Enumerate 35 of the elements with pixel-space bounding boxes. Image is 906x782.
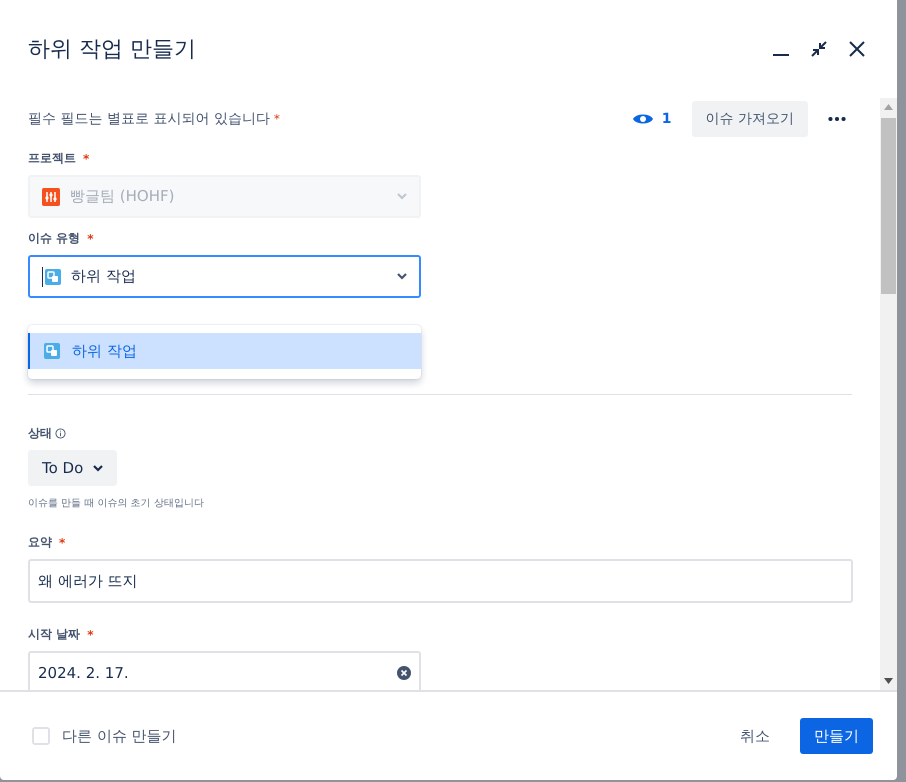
field-label: 이슈 유형 bbox=[28, 230, 80, 247]
collapse-icon[interactable] bbox=[809, 39, 829, 59]
subtask-icon bbox=[45, 268, 61, 284]
required-asterisk: * bbox=[87, 232, 94, 246]
chevron-down-icon bbox=[397, 273, 407, 280]
status-button[interactable]: To Do bbox=[28, 450, 118, 486]
chevron-down-icon bbox=[397, 193, 407, 200]
required-asterisk: * bbox=[83, 152, 90, 166]
dialog-title: 하위 작업 만들기 bbox=[28, 36, 197, 64]
checkbox[interactable] bbox=[32, 727, 50, 745]
checkbox-label: 다른 이슈 만들기 bbox=[62, 726, 177, 746]
info-icon bbox=[55, 428, 66, 439]
import-issue-button[interactable]: 이슈 가져오기 bbox=[692, 101, 808, 137]
summary-field[interactable]: 왜 에러가 뜨지 bbox=[28, 559, 853, 603]
cancel-button[interactable]: 취소 bbox=[724, 718, 786, 754]
field-label: 프로젝트 bbox=[28, 150, 76, 167]
clear-icon[interactable] bbox=[397, 666, 411, 680]
field-label: 상태 bbox=[28, 425, 52, 442]
help-text: 이슈를 만들 때 이슈의 초기 상태입니다 bbox=[28, 497, 205, 510]
scroll-down-arrow-icon[interactable] bbox=[884, 678, 893, 684]
required-note: 필수 필드는 별표로 표시되어 있습니다 * bbox=[28, 110, 281, 128]
close-icon[interactable] bbox=[847, 39, 867, 59]
watcher-count: 1 bbox=[662, 111, 672, 127]
project-avatar-icon bbox=[42, 188, 60, 206]
issue-type-select[interactable]: 하위 작업 bbox=[28, 255, 421, 298]
scrollbar[interactable] bbox=[880, 98, 897, 690]
subtask-icon bbox=[44, 343, 60, 359]
required-asterisk: * bbox=[59, 536, 66, 550]
required-asterisk: * bbox=[87, 628, 94, 642]
field-label: 요약 bbox=[28, 534, 52, 551]
create-button[interactable]: 만들기 bbox=[800, 718, 873, 754]
chevron-down-icon bbox=[93, 464, 104, 472]
start-date-field[interactable]: 2024. 2. 17. bbox=[28, 651, 421, 690]
field-label: 시작 날짜 bbox=[28, 626, 80, 643]
dropdown-option[interactable]: 하위 작업 bbox=[28, 333, 421, 369]
